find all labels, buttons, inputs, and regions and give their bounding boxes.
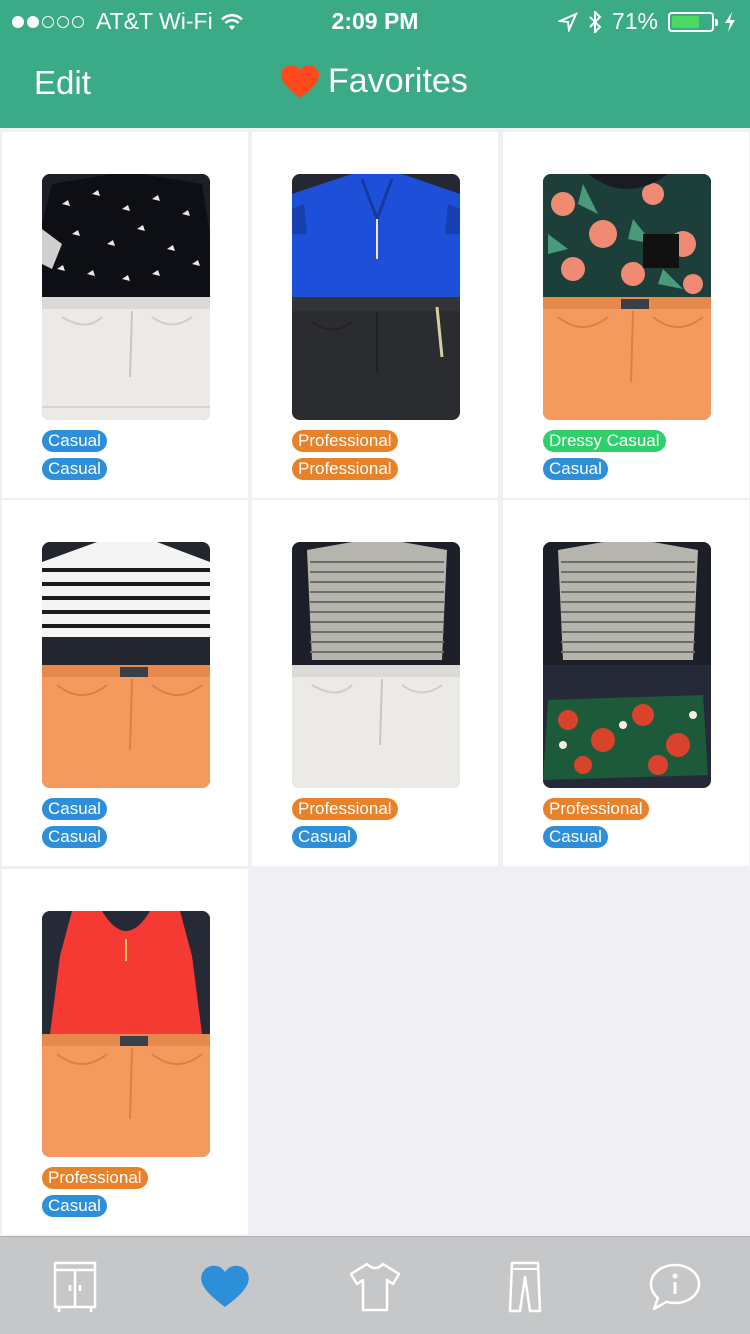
outfit-photo[interactable] <box>543 542 711 788</box>
bluetooth-icon <box>589 10 602 33</box>
outfit-cell[interactable]: Professional Casual <box>2 869 248 1235</box>
heart-icon <box>281 64 319 98</box>
outfit-cell[interactable]: Professional Professional <box>252 132 498 498</box>
info-bubble-icon <box>649 1263 701 1311</box>
bottom-garment-photo <box>292 297 460 420</box>
outfit-cell[interactable]: Dressy Casual Casual <box>503 132 749 498</box>
outfit-tag: Casual <box>42 1195 107 1217</box>
page-title: Favorites <box>280 62 468 101</box>
tab-tops[interactable] <box>345 1257 405 1317</box>
bottom-garment-photo <box>292 665 460 788</box>
bottom-garment-photo <box>543 665 711 788</box>
top-garment-photo <box>42 911 210 1034</box>
outfit-photo[interactable] <box>42 542 210 788</box>
battery-percent: 71% <box>611 8 658 34</box>
tab-wardrobe[interactable] <box>45 1257 105 1317</box>
outfit-tag: Dressy Casual <box>543 430 666 452</box>
outfit-tag: Professional <box>292 430 398 452</box>
outfit-tag: Professional <box>42 1167 148 1189</box>
top-garment-photo <box>292 174 460 297</box>
outfit-photo[interactable] <box>543 174 711 420</box>
outfit-tag: Casual <box>543 826 608 848</box>
outfit-tag: Casual <box>543 458 608 480</box>
outfit-photo[interactable] <box>292 174 460 420</box>
wardrobe-icon <box>53 1261 97 1312</box>
outfit-tag: Professional <box>292 458 398 480</box>
battery-icon <box>668 11 718 32</box>
outfit-cell[interactable]: Professional Casual <box>503 500 749 866</box>
tab-favorites[interactable] <box>195 1257 255 1317</box>
bottom-garment-photo <box>42 297 210 420</box>
location-arrow-icon <box>557 11 578 32</box>
top-garment-photo <box>292 542 460 665</box>
top-garment-photo <box>42 542 210 665</box>
outfit-cell[interactable]: Casual Casual <box>2 132 248 498</box>
outfit-tag: Casual <box>42 430 107 452</box>
charging-bolt-icon <box>725 11 735 32</box>
top-garment-photo <box>543 542 711 665</box>
status-bar: AT&T Wi-Fi 2:09 PM 71% <box>0 0 750 40</box>
bottom-garment-photo <box>42 1034 210 1157</box>
outfit-tag: Casual <box>42 798 107 820</box>
outfit-photo[interactable] <box>292 542 460 788</box>
top-garment-photo <box>543 174 711 297</box>
tab-bar <box>0 1236 750 1334</box>
outfit-cell[interactable]: Casual Casual <box>2 500 248 866</box>
edit-button[interactable]: Edit <box>34 64 91 102</box>
page-title-text: Favorites <box>328 62 468 100</box>
tab-bottoms[interactable] <box>495 1257 555 1317</box>
outfit-photo[interactable] <box>42 174 210 420</box>
outfit-tag: Professional <box>292 798 398 820</box>
status-right: 71% <box>557 8 736 35</box>
outfit-tag: Casual <box>42 458 107 480</box>
outfit-tag: Casual <box>292 826 357 848</box>
bottom-garment-photo <box>42 665 210 788</box>
pants-icon <box>508 1261 542 1313</box>
heart-icon <box>201 1265 249 1307</box>
outfit-cell[interactable]: Professional Casual <box>252 500 498 866</box>
header: AT&T Wi-Fi 2:09 PM 71% Edit Favorites <box>0 0 750 128</box>
top-garment-photo <box>42 174 210 297</box>
outfit-tag: Casual <box>42 826 107 848</box>
shirt-icon <box>349 1262 401 1312</box>
tab-info[interactable] <box>645 1257 705 1317</box>
bottom-garment-photo <box>543 297 711 420</box>
outfit-tag: Professional <box>543 798 649 820</box>
battery-fill <box>672 15 699 28</box>
outfit-photo[interactable] <box>42 911 210 1157</box>
